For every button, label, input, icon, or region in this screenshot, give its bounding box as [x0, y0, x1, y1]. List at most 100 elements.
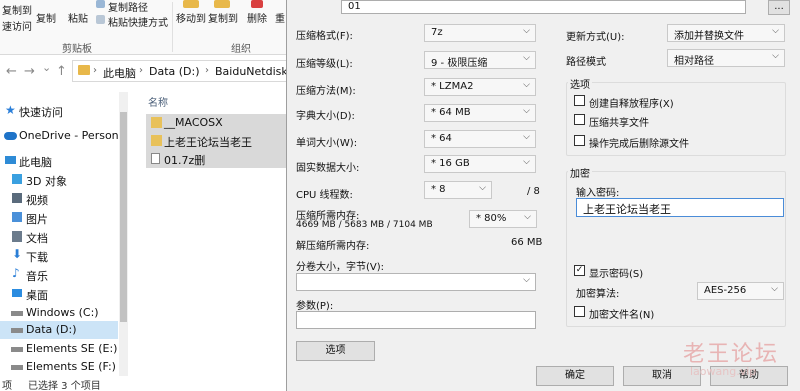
address-box[interactable]: › 此电脑 › Data (D:) › BaiduNetdiskDown — [72, 60, 286, 82]
scrollbar-thumb[interactable] — [120, 112, 127, 322]
decompression-memory-value: 66 MB — [511, 237, 543, 248]
solid-size-select[interactable]: * 16 GB ⌵ — [424, 155, 536, 173]
threads-label: CPU 线程数: — [296, 190, 353, 201]
memory-percent-value: * 80% — [476, 213, 507, 224]
level-select[interactable]: 9 - 极限压缩 ⌵ — [424, 51, 536, 69]
encryption-method-select[interactable]: AES-256 ⌵ — [697, 282, 784, 300]
shared-files-checkbox[interactable] — [574, 114, 585, 125]
paste-shortcut-button[interactable]: 粘贴快捷方式 — [108, 14, 168, 29]
threads-value: * 8 — [431, 184, 446, 195]
breadcrumb-this-pc[interactable]: 此电脑 — [103, 65, 136, 81]
back-button[interactable]: ← — [6, 64, 17, 79]
star-icon: ★ — [5, 103, 16, 117]
chevron-down-icon: ⌵ — [523, 275, 530, 285]
threads-select[interactable]: * 8 ⌵ — [424, 181, 492, 199]
word-size-select[interactable]: * 64 ⌵ — [424, 130, 536, 148]
nav-music[interactable]: ♪ 音乐 — [0, 266, 118, 284]
dictionary-select[interactable]: * 64 MB ⌵ — [424, 104, 536, 122]
copy-to-button[interactable]: 复制到 — [208, 10, 238, 25]
sfx-checkbox[interactable] — [574, 95, 585, 106]
nav-elements-e[interactable]: Elements SE (E:) — [0, 340, 118, 358]
archive-name-field[interactable]: 01 — [341, 0, 746, 14]
password-value: 上老王论坛当老王 — [583, 203, 671, 216]
forward-button[interactable]: → — [24, 64, 35, 79]
address-bar-area: ← → ⌄ ↑ › 此电脑 › Data (D:) › BaiduNetdisk… — [0, 57, 286, 85]
parameters-input[interactable] — [296, 311, 536, 329]
status-selection: 已选择 3 个项目 — [28, 381, 101, 391]
copy-path-button[interactable]: 复制路径 — [108, 0, 148, 14]
compression-memory-value: 4669 MB / 5683 MB / 7104 MB — [296, 220, 433, 230]
nav-quick-access[interactable]: ★ 快速访问 — [0, 102, 118, 120]
navigation-pane: ★ 快速访问 OneDrive - Personal 此电脑 3D 对象 视频 … — [0, 92, 128, 376]
ribbon-copy-to-label[interactable]: 复制到 — [2, 2, 32, 17]
ok-button[interactable]: 确定 — [536, 366, 614, 386]
nav-label: 此电脑 — [19, 156, 52, 169]
delete-after-checkbox[interactable] — [574, 135, 585, 146]
level-value: 9 - 极限压缩 — [431, 58, 488, 69]
format-select[interactable]: 7z ⌵ — [424, 24, 536, 42]
drive-icon — [11, 365, 23, 370]
method-select[interactable]: * LZMA2 ⌵ — [424, 78, 536, 96]
ribbon-divider — [172, 2, 173, 52]
nav-scrollbar[interactable] — [119, 92, 128, 376]
chevron-down-icon: ⌵ — [523, 106, 530, 116]
file-row[interactable]: 上老王论坛当老王 — [146, 132, 286, 150]
nav-3d-objects[interactable]: 3D 对象 — [0, 171, 118, 189]
path-mode-select[interactable]: 相对路径 ⌵ — [667, 49, 785, 67]
password-label: 输入密码: — [576, 188, 620, 199]
download-icon: ⬇ — [12, 247, 23, 261]
update-mode-label: 更新方式(U): — [566, 32, 625, 43]
nav-data-d[interactable]: Data (D:) — [0, 321, 118, 339]
nav-documents[interactable]: 文档 — [0, 228, 118, 246]
nav-label: Windows (C:) — [26, 306, 99, 319]
folder-icon — [78, 65, 90, 75]
file-icon — [151, 153, 160, 164]
computer-icon — [5, 156, 16, 164]
copy-button[interactable]: 复制 — [36, 10, 56, 25]
encryption-method-label: 加密算法: — [576, 289, 620, 300]
nav-windows-c[interactable]: Windows (C:) — [0, 304, 118, 322]
show-password-checkbox[interactable]: ✓ — [574, 265, 585, 276]
nav-onedrive[interactable]: OneDrive - Personal — [0, 127, 128, 145]
password-input[interactable]: 上老王论坛当老王 — [576, 198, 784, 217]
nav-videos[interactable]: 视频 — [0, 190, 118, 208]
rename-button[interactable]: 重 — [275, 10, 285, 25]
nav-this-pc[interactable]: 此电脑 — [0, 152, 118, 170]
file-name: __MACOSX — [164, 116, 223, 129]
move-to-button[interactable]: 移动到 — [176, 10, 206, 25]
add-to-archive-dialog: 01 ... 压缩格式(F): 7z ⌵ 压缩等级(L): 9 - 极限压缩 ⌵… — [286, 0, 800, 391]
encrypt-names-checkbox[interactable] — [574, 306, 585, 317]
decompression-memory-label: 解压缩所需内存: — [296, 241, 370, 252]
status-bar: 项 已选择 3 个项目 — [0, 376, 286, 391]
nav-label: 下载 — [26, 251, 48, 264]
nav-pictures[interactable]: 图片 — [0, 209, 118, 227]
delete-button[interactable]: 删除 — [247, 10, 267, 25]
nav-elements-f[interactable]: Elements SE (F:) — [0, 358, 118, 376]
nav-desktop[interactable]: 桌面 — [0, 285, 118, 303]
breadcrumb-baidu-folder[interactable]: BaiduNetdiskDown — [215, 65, 286, 78]
file-name: 01.7z删 — [164, 154, 206, 167]
recent-dropdown[interactable]: ⌄ — [42, 61, 51, 74]
up-button[interactable]: ↑ — [56, 64, 67, 79]
breadcrumb-data-drive[interactable]: Data (D:) — [149, 65, 200, 78]
word-size-label: 单词大小(W): — [296, 138, 358, 149]
chevron-down-icon: ⌵ — [772, 26, 779, 36]
document-icon — [12, 231, 22, 242]
column-header-name[interactable]: 名称 — [148, 94, 168, 109]
nav-downloads[interactable]: ⬇ 下载 — [0, 247, 118, 265]
file-row[interactable]: 01.7z删 — [146, 150, 286, 168]
paste-button[interactable]: 粘贴 — [68, 10, 88, 25]
memory-percent-select[interactable]: * 80% ⌵ — [469, 210, 537, 228]
split-size-input[interactable]: ⌵ — [296, 273, 536, 291]
delete-after-label: 操作完成后删除源文件 — [589, 139, 689, 150]
drive-icon — [11, 347, 23, 352]
options-button[interactable]: 选项 — [296, 341, 375, 361]
update-mode-select[interactable]: 添加并替换文件 ⌵ — [667, 24, 785, 42]
file-name: 上老王论坛当老王 — [164, 136, 252, 149]
music-icon: ♪ — [12, 266, 20, 280]
path-mode-value: 相对路径 — [674, 56, 714, 67]
browse-button[interactable]: ... — [768, 0, 790, 15]
ribbon-access-label[interactable]: 速访问 — [2, 18, 32, 33]
file-row[interactable]: __MACOSX — [146, 114, 286, 132]
status-item-count: 项 — [2, 381, 12, 391]
